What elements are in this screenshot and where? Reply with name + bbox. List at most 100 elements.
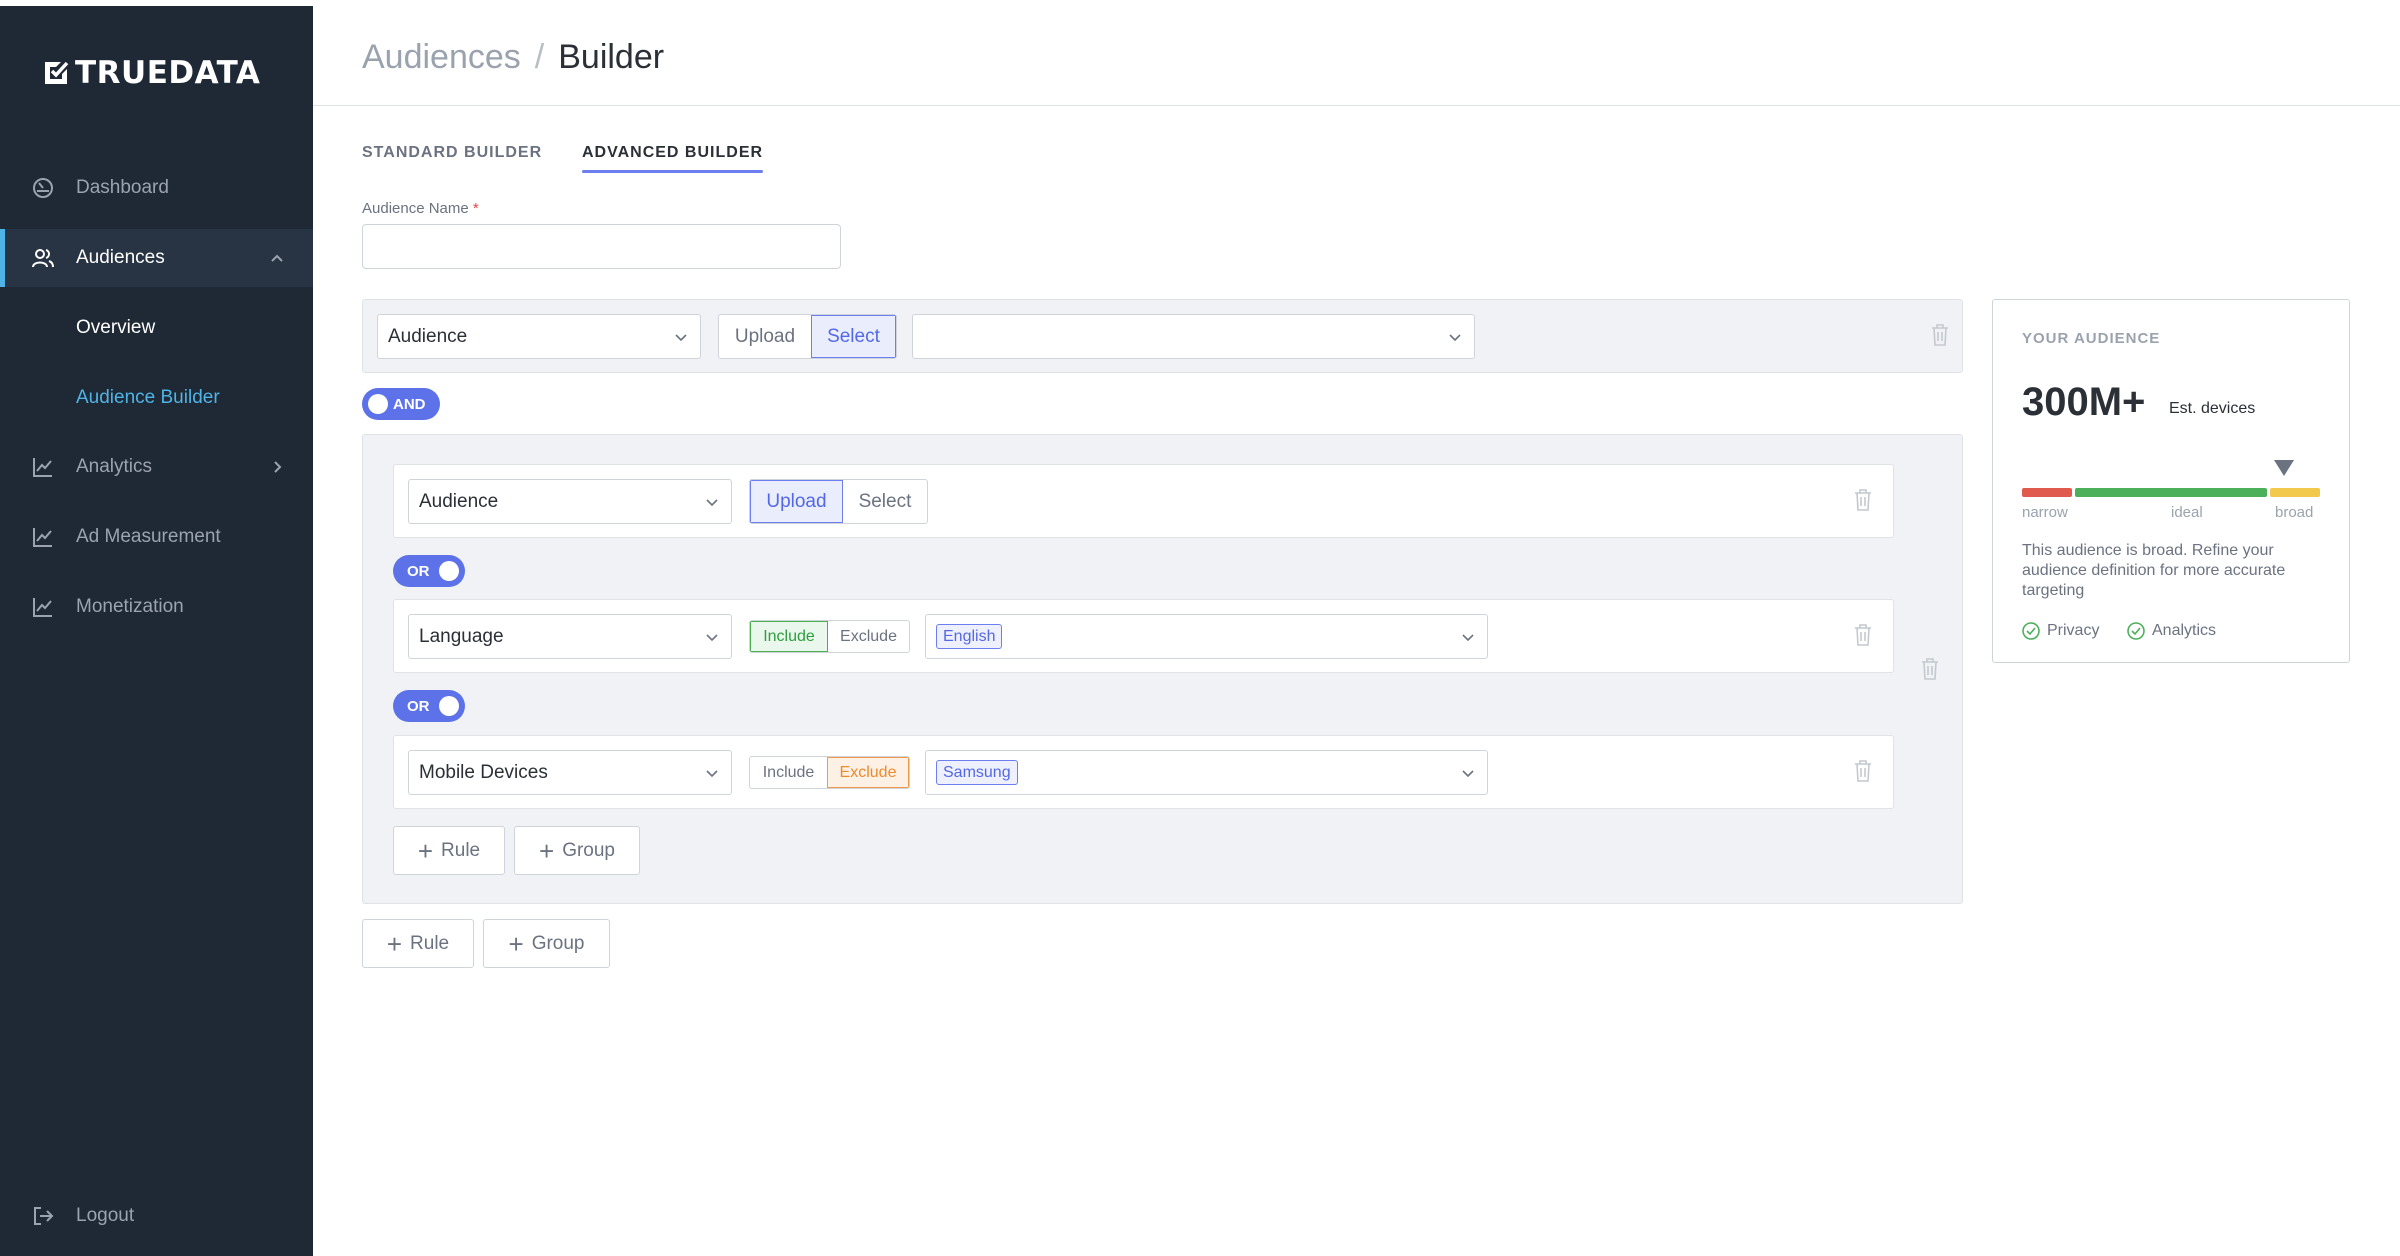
or-operator-toggle[interactable]: OR	[393, 555, 465, 587]
gauge-ideal-segment	[2075, 488, 2267, 497]
value-chip[interactable]: Samsung	[936, 760, 1018, 785]
tab-standard-builder[interactable]: STANDARD BUILDER	[362, 144, 542, 162]
chevron-down-icon	[1462, 770, 1474, 778]
value-chip[interactable]: English	[936, 624, 1003, 649]
logout-icon	[34, 1207, 54, 1225]
delete-group-trash-icon[interactable]	[1921, 658, 1939, 680]
toggle-knob	[368, 394, 388, 414]
add-group-label: Group	[562, 839, 615, 861]
rule-mode-toggle: Upload Select	[749, 479, 928, 524]
nav-label-monetization: Monetization	[76, 596, 184, 617]
upload-option[interactable]: Upload	[750, 480, 843, 523]
breadcrumb-audiences-link[interactable]: Audiences	[362, 38, 521, 77]
exclude-option[interactable]: Exclude	[827, 757, 909, 788]
or-label: OR	[407, 563, 430, 580]
nav-label-audiences: Audiences	[76, 247, 165, 268]
chevron-right-icon[interactable]	[269, 459, 285, 475]
add-rule-button[interactable]: + Rule	[362, 919, 474, 968]
rule-field-value: Audience	[419, 490, 499, 512]
nav-item-logout[interactable]: Logout	[0, 1187, 313, 1245]
nav-label-logout: Logout	[76, 1205, 135, 1226]
nav-label-ad-measurement: Ad Measurement	[76, 526, 221, 547]
nav-label-dashboard: Dashboard	[76, 177, 169, 198]
rule-value-select[interactable]: English	[925, 614, 1488, 659]
rule-field-select[interactable]: Audience	[408, 479, 732, 524]
add-group-label: Group	[531, 932, 585, 954]
and-operator-toggle[interactable]: AND	[362, 388, 440, 420]
monetization-icon	[33, 598, 52, 617]
gauge-pointer-icon	[2274, 460, 2295, 476]
delete-rule-trash-icon[interactable]	[1854, 624, 1872, 646]
rule-field-value: Language	[419, 625, 504, 647]
top-rule-field-select[interactable]: Audience	[377, 314, 701, 359]
nav-item-ad-measurement[interactable]: Ad Measurement	[0, 508, 313, 566]
gauge-label-ideal: ideal	[2171, 504, 2203, 521]
delete-rule-trash-icon[interactable]	[1931, 324, 1949, 346]
gauge-label-broad: broad	[2275, 504, 2314, 521]
rule-field-select[interactable]: Language	[408, 614, 732, 659]
include-option[interactable]: Include	[750, 621, 829, 652]
nav-item-analytics[interactable]: Analytics	[0, 438, 313, 496]
check-circle-icon	[2127, 622, 2145, 640]
chevron-down-icon	[1449, 334, 1461, 342]
chevron-down-icon	[706, 634, 718, 642]
plus-icon: +	[539, 835, 555, 866]
top-rule-mode-toggle: Upload Select	[718, 314, 897, 359]
audience-count-unit: Est. devices	[2169, 400, 2256, 417]
plus-icon: +	[508, 928, 524, 959]
or-operator-toggle[interactable]: OR	[393, 690, 465, 722]
breadcrumb-current: Builder	[558, 38, 665, 76]
gauge-label-narrow: narrow	[2022, 504, 2068, 521]
audience-name-label: Audience Name *	[362, 200, 479, 217]
top-rule-row: Audience Upload Select	[362, 299, 1963, 373]
analytics-flag: Analytics	[2127, 622, 2216, 640]
brand-logo[interactable]: TRUEDATA	[43, 55, 260, 91]
app-frame: TRUEDATA Dashboard Audiences Overview Au…	[0, 0, 2400, 1256]
nav-item-monetization[interactable]: Monetization	[0, 578, 313, 636]
card-title: YOUR AUDIENCE	[2022, 330, 2161, 347]
and-label: AND	[393, 396, 426, 413]
privacy-label: Privacy	[2047, 622, 2100, 639]
breadcrumb-separator: /	[534, 38, 545, 76]
rule-group: Audience Upload Select OR Language Inclu…	[362, 434, 1963, 904]
delete-rule-trash-icon[interactable]	[1854, 489, 1872, 511]
nav-label-analytics: Analytics	[76, 456, 153, 477]
chevron-up-icon[interactable]	[269, 250, 285, 266]
group-rule-audience: Audience Upload Select	[393, 464, 1894, 538]
rule-value-select[interactable]: Samsung	[925, 750, 1488, 795]
add-rule-button[interactable]: + Rule	[393, 826, 505, 875]
nav-item-audiences[interactable]: Audiences	[0, 229, 313, 287]
include-option[interactable]: Include	[750, 757, 827, 788]
add-rule-label: Rule	[441, 839, 481, 861]
page-header: Audiences / Builder	[313, 6, 2400, 106]
chevron-down-icon	[1462, 634, 1474, 642]
nav-item-dashboard[interactable]: Dashboard	[0, 159, 313, 217]
gauge-narrow-segment	[2022, 488, 2072, 497]
checkbox-logo-icon	[45, 61, 69, 84]
sidebar: TRUEDATA Dashboard Audiences Overview Au…	[0, 6, 313, 1256]
analytics-label: Analytics	[2152, 622, 2217, 639]
upload-option[interactable]: Upload	[719, 315, 811, 358]
required-mark: *	[472, 200, 479, 217]
sub-item-audience-builder[interactable]: Audience Builder	[76, 387, 220, 409]
audience-name-input[interactable]	[362, 224, 841, 269]
top-rule-value-select[interactable]	[912, 314, 1475, 359]
delete-rule-trash-icon[interactable]	[1854, 760, 1872, 782]
analytics-icon	[33, 458, 52, 477]
select-option[interactable]: Select	[810, 315, 896, 358]
select-option[interactable]: Select	[843, 480, 927, 523]
toggle-knob	[439, 561, 459, 581]
check-circle-icon	[2022, 622, 2040, 640]
exclude-option[interactable]: Exclude	[828, 621, 909, 652]
chevron-down-icon	[706, 770, 718, 778]
add-group-button[interactable]: + Group	[483, 919, 610, 968]
ad-measurement-icon	[33, 528, 52, 547]
tab-advanced-builder[interactable]: ADVANCED BUILDER	[582, 144, 764, 173]
sub-item-overview[interactable]: Overview	[76, 317, 155, 339]
brand-name: TRUEDATA	[75, 55, 261, 91]
rule-field-select[interactable]: Mobile Devices	[408, 750, 732, 795]
toggle-knob	[439, 696, 459, 716]
add-rule-label: Rule	[410, 932, 450, 954]
add-group-button[interactable]: + Group	[514, 826, 640, 875]
privacy-flag: Privacy	[2022, 622, 2099, 640]
